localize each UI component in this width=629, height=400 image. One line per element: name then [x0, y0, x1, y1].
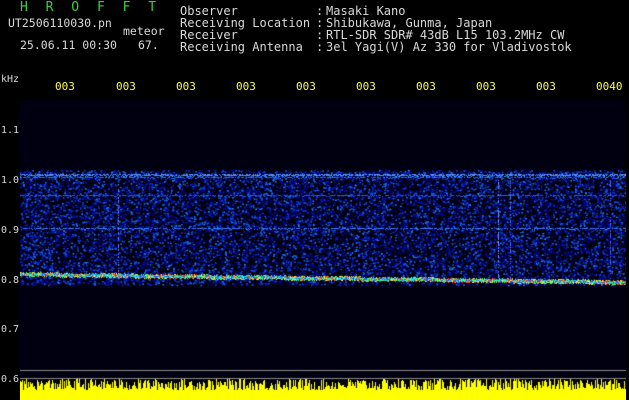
observation-datetime: 25.06.11 00:30	[20, 38, 117, 52]
info-colon: :	[316, 40, 324, 54]
time-tick-label: 003	[476, 80, 496, 93]
time-tick-label: 003	[536, 80, 556, 93]
frequency-tick-label: 0.9	[1, 225, 20, 236]
time-tick-label: 003	[296, 80, 316, 93]
frequency-tick-label: 0.8	[1, 275, 20, 286]
app-title: H R O F F T	[20, 0, 162, 15]
meteor-label: meteor	[123, 24, 165, 38]
frequency-tick-label: 1.1	[1, 125, 20, 136]
time-tick-label: 003	[55, 80, 75, 93]
file-name: UT2506110030.pn	[8, 16, 112, 30]
frequency-tick-label: 1.0	[1, 175, 20, 186]
spectrogram	[20, 100, 626, 400]
frequency-unit-label: kHz	[1, 74, 20, 85]
time-tick-label: 003	[356, 80, 376, 93]
frequency-tick-label: 0.6	[1, 374, 20, 385]
frequency-tick-label: 0.7	[1, 324, 20, 335]
info-value-antenna: 3el Yagi(V) Az 330 for Vladivostok	[326, 40, 572, 54]
time-tick-label: 003	[416, 80, 436, 93]
info-label-antenna: Receiving Antenna	[180, 40, 303, 54]
time-tick-label: 0040	[596, 80, 623, 93]
time-tick-label: 003	[236, 80, 256, 93]
meteor-count: 67.	[138, 38, 159, 52]
time-tick-label: 003	[116, 80, 136, 93]
time-tick-label: 003	[176, 80, 196, 93]
